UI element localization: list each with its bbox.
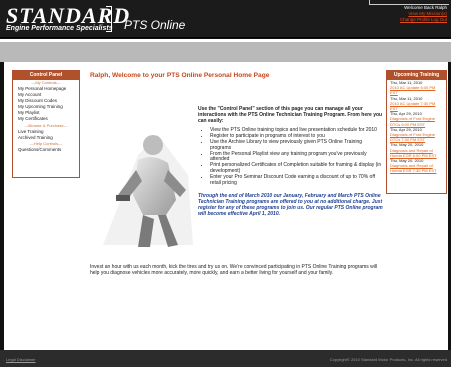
intro-text: Use the "Control Panel" section of this … xyxy=(198,106,383,124)
intro-section: Use the "Control Panel" section of this … xyxy=(198,106,383,218)
user-welcome: Welcome Back Ralph View My Mission(s) Ch… xyxy=(400,5,447,23)
control-panel-title: Control Panel xyxy=(13,71,79,80)
page-title: Ralph, Welcome to your PTS Online Person… xyxy=(90,72,270,79)
event-link[interactable]: 2010 AC Update 6:00 PM EST xyxy=(390,85,443,95)
app-title: PTS Online xyxy=(124,18,186,32)
logo-tagline: Engine Performance Specialists xyxy=(6,25,113,32)
footer-bar: Legal Disclaimer Copyright© 2010 Standar… xyxy=(0,350,451,367)
training-event: Thu, May 20, 2010 Diagnosis and Repair o… xyxy=(387,158,446,174)
technician-illustration xyxy=(103,135,193,247)
event-link[interactable]: Diagnosis of Ford Engine DTCs 7:30 PM ES… xyxy=(390,132,443,142)
event-link[interactable]: Diagnosis and Repair of Honda EGR 6:00 P… xyxy=(390,148,443,158)
copyright-text: Copyright© 2010 Standard Motor Products,… xyxy=(329,357,447,362)
nav-questions-comments[interactable]: Questions/Comments xyxy=(13,147,79,153)
training-event: Thu, Mar 11, 2010 2010 AC Update 6:00 PM… xyxy=(387,80,446,96)
feature-list: View the PTS Online training topics and … xyxy=(210,128,383,186)
promo-text: Through the end of March 2010 our Januar… xyxy=(198,193,383,217)
training-event: Thu, Apr 29, 2010 Diagnosis of Ford Engi… xyxy=(387,127,446,143)
control-panel: Control Panel ---My Controls--- My Perso… xyxy=(12,70,80,178)
training-event: Thu, Mar 11, 2010 2010 AC Update 7:30 PM… xyxy=(387,96,446,112)
closing-paragraph: Invest an hour with us each month, kick … xyxy=(90,264,378,276)
event-link[interactable]: Diagnosis and Repair of Honda EGR 7:30 P… xyxy=(390,163,443,173)
event-link[interactable]: Diagnosis of Ford Engine DTCs 6:00 PM ES… xyxy=(390,116,443,126)
list-item: Enter your Pro Seminar Discount Code ear… xyxy=(210,174,383,187)
upcoming-training-title: Upcoming Training xyxy=(387,71,446,80)
page-frame: STANDARD Engine Performance Specialists … xyxy=(0,0,451,367)
list-item: Use the Archive Library to view previous… xyxy=(210,139,383,152)
header-banner: STANDARD Engine Performance Specialists … xyxy=(0,0,451,38)
nav-bar xyxy=(0,42,451,62)
logo-bracket xyxy=(106,6,112,32)
training-event: Thu, Apr 29, 2010 Diagnosis of Ford Engi… xyxy=(387,111,446,127)
legal-disclaimer-link[interactable]: Legal Disclaimer xyxy=(6,357,36,362)
training-event: Thu, May 20, 2010 Diagnosis and Repair o… xyxy=(387,142,446,158)
change-profile-logout-link[interactable]: Change Profile Log Out xyxy=(400,17,447,23)
upcoming-training-panel: Upcoming Training Thu, Mar 11, 2010 2010… xyxy=(386,70,447,194)
event-link[interactable]: 2010 AC Update 7:30 PM EST xyxy=(390,101,443,111)
